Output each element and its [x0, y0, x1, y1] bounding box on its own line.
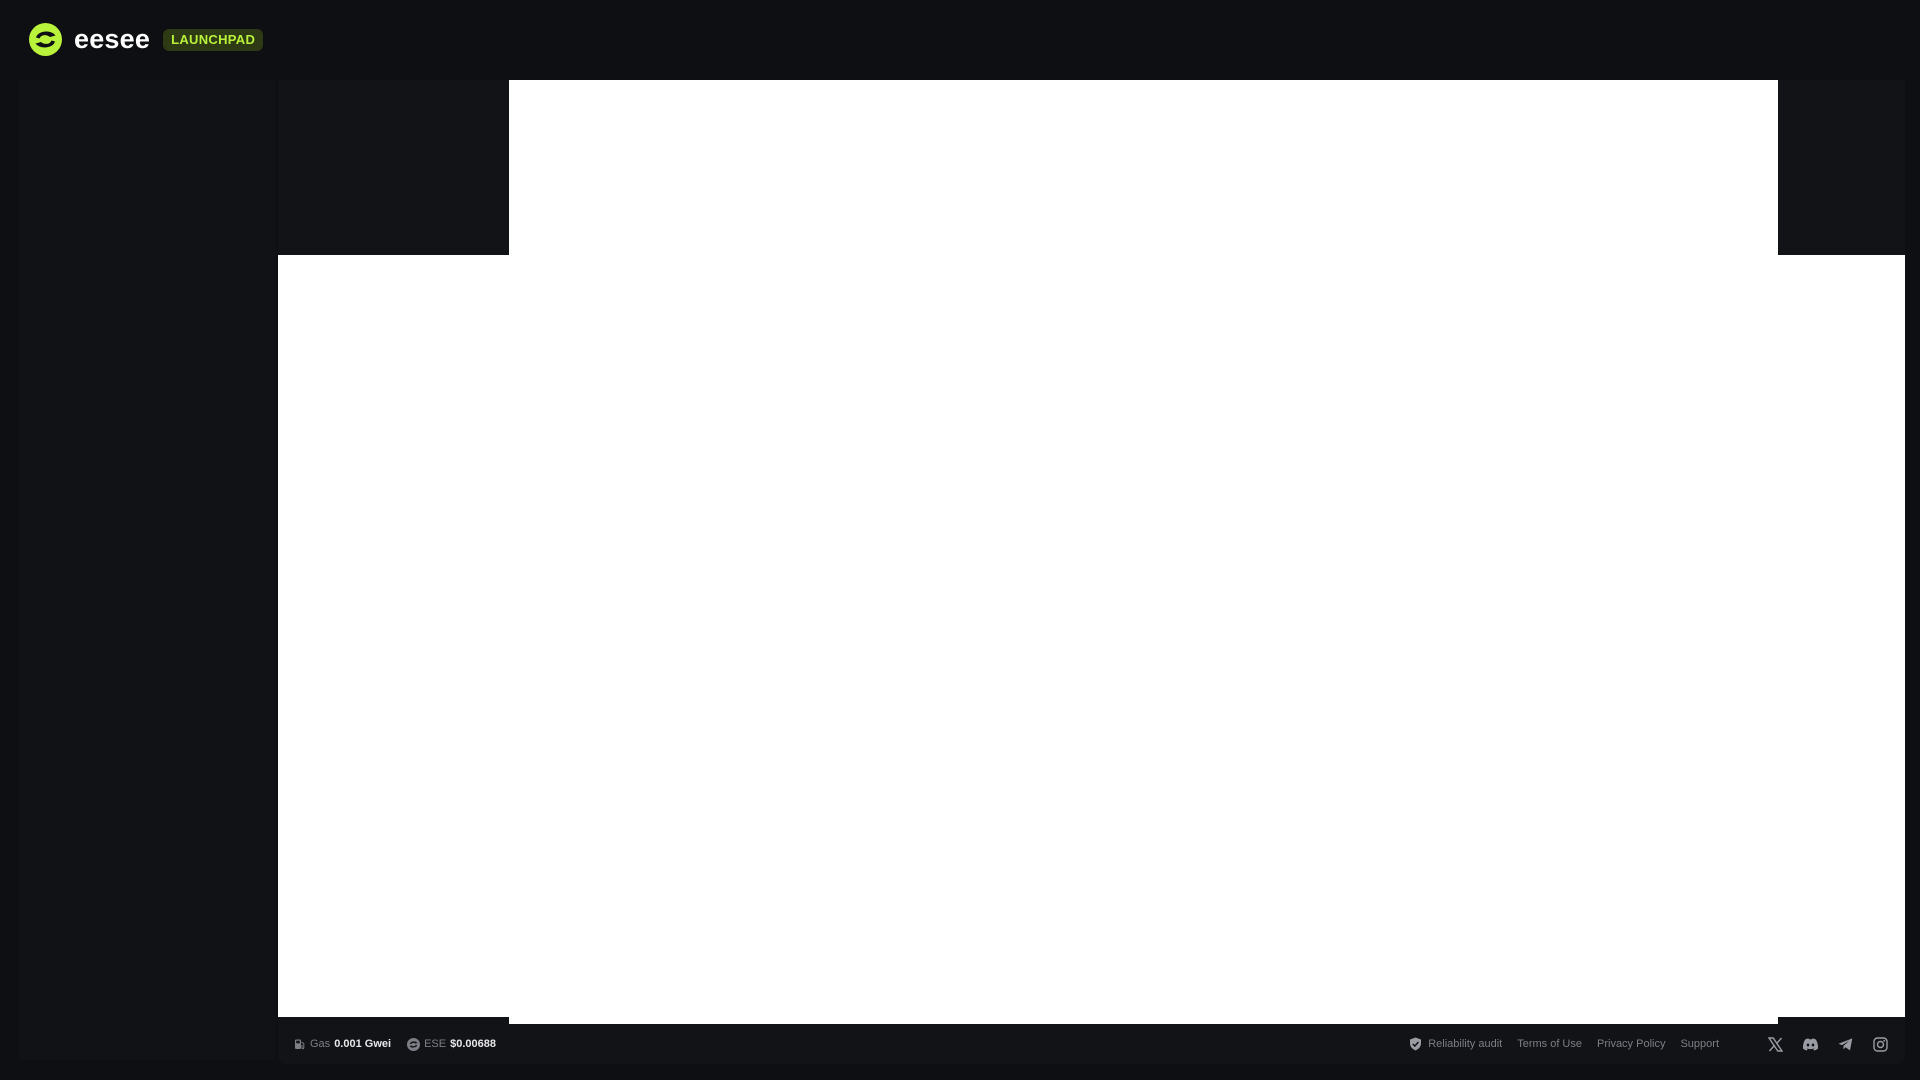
content-frame-top	[509, 80, 1778, 255]
footer-stats: Gas 0.001 Gwei ESE $0.00688	[294, 1037, 512, 1051]
header: eesee LAUNCHPAD	[0, 0, 1920, 78]
support-link[interactable]: Support	[1680, 1038, 1719, 1050]
gas-label: Gas	[310, 1038, 331, 1050]
brand-name: eesee	[74, 24, 151, 54]
footer-links: Reliability audit Terms of Use Privacy P…	[1394, 1035, 1889, 1053]
gas-price-stat: Gas 0.001 Gwei	[294, 1038, 391, 1050]
instagram-icon[interactable]	[1871, 1035, 1889, 1053]
privacy-policy-link[interactable]: Privacy Policy	[1597, 1038, 1665, 1050]
eesee-token-icon	[407, 1037, 421, 1051]
social-links	[1749, 1035, 1889, 1053]
gas-pump-icon	[294, 1038, 306, 1050]
discord-icon[interactable]	[1801, 1035, 1819, 1053]
sidebar	[18, 80, 276, 1060]
ese-label: ESE	[424, 1038, 447, 1050]
page: eesee LAUNCHPAD Gas 0.001 Gwei ESE $0.00…	[0, 0, 1920, 1080]
shield-check-icon	[1409, 1037, 1422, 1051]
x-icon[interactable]	[1766, 1035, 1784, 1053]
reliability-audit-link[interactable]: Reliability audit	[1409, 1037, 1502, 1051]
launchpad-badge: LAUNCHPAD	[163, 28, 264, 51]
gas-value: 0.001 Gwei	[334, 1038, 392, 1050]
content-frame-bottom	[509, 1017, 1778, 1024]
footer: Gas 0.001 Gwei ESE $0.00688 Reliability …	[278, 1024, 1905, 1064]
eesee-logo-icon	[29, 23, 62, 56]
ese-price-stat: ESE $0.00688	[407, 1037, 496, 1051]
ese-value: $0.00688	[450, 1038, 496, 1050]
terms-of-use-link[interactable]: Terms of Use	[1517, 1038, 1582, 1050]
reliability-audit-label: Reliability audit	[1428, 1038, 1503, 1050]
telegram-icon[interactable]	[1836, 1035, 1854, 1053]
content-frame	[278, 255, 1905, 1017]
brand-home-link[interactable]: eesee LAUNCHPAD	[29, 23, 264, 56]
